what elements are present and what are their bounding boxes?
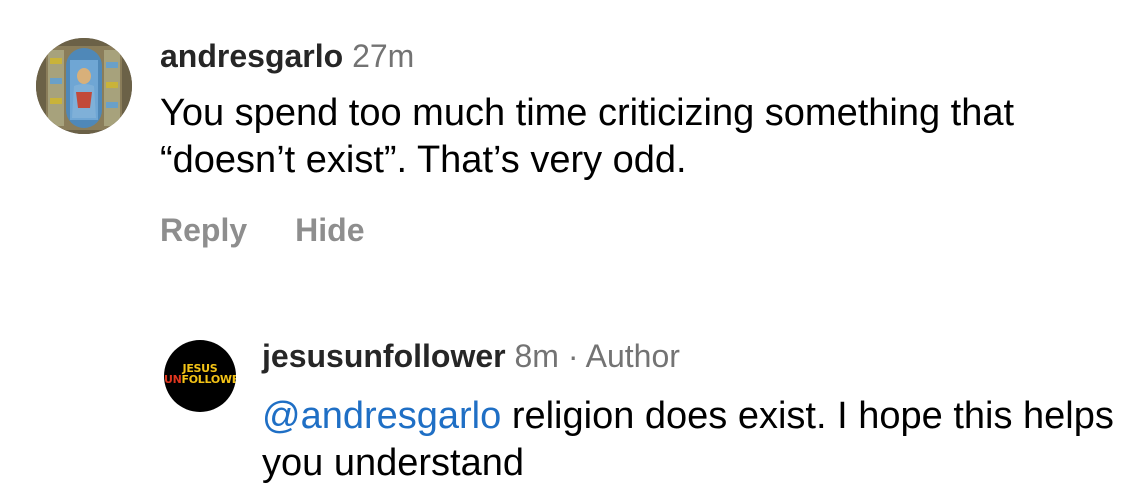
username[interactable]: jesusunfollower bbox=[262, 338, 506, 374]
timestamp: 27m bbox=[352, 38, 415, 74]
logo-suffix: FOLLOWER bbox=[181, 373, 236, 386]
timestamp: 8m bbox=[514, 338, 559, 374]
logo-prefix: UN bbox=[164, 373, 182, 386]
reply-button[interactable]: Reply bbox=[160, 212, 247, 248]
mention-link[interactable]: @andresgarlo bbox=[262, 395, 501, 437]
logo-line-2: UNFOLLOWER bbox=[164, 374, 236, 385]
reply-text: @andresgarlo religion does exist. I hope… bbox=[262, 393, 1132, 487]
comment-header: andresgarlo 27m bbox=[160, 36, 414, 76]
avatar-jesusunfollower[interactable]: JESUS UNFOLLOWER bbox=[164, 340, 236, 412]
username[interactable]: andresgarlo bbox=[160, 38, 343, 74]
reply-header: jesusunfollower 8m · Author bbox=[262, 336, 680, 376]
stained-glass-avatar-image bbox=[36, 38, 132, 134]
comment-actions: Reply Hide bbox=[160, 210, 364, 250]
jesus-unfollower-logo: JESUS UNFOLLOWER bbox=[164, 363, 236, 385]
hide-button[interactable]: Hide bbox=[295, 212, 364, 248]
separator-dot: · bbox=[567, 338, 579, 374]
author-badge: Author bbox=[585, 338, 680, 374]
comment-text: You spend too much time criticizing some… bbox=[160, 92, 1015, 181]
avatar-andresgarlo[interactable] bbox=[36, 38, 132, 134]
